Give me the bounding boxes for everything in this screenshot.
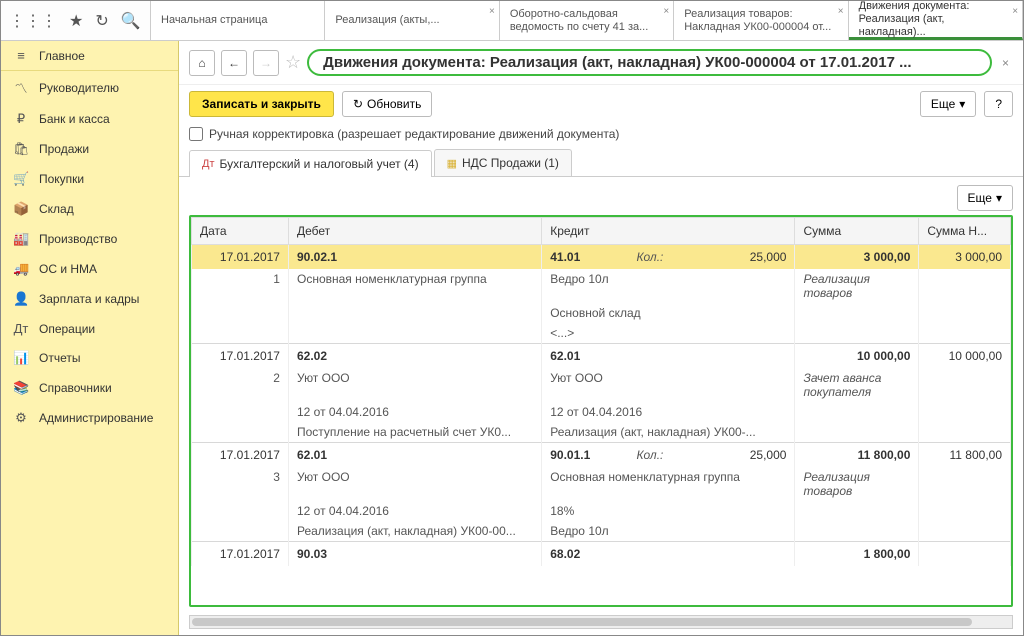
sidebar-label: Зарплата и кадры <box>39 292 139 306</box>
table-body[interactable]: 17.01.201790.02.141.01Кол.:25,0003 000,0… <box>192 245 1011 567</box>
sidebar-icon: 〽 <box>13 78 29 97</box>
table-subrow[interactable]: 2Уют ОООУют ОООЗачет аванса покупателя <box>192 368 1011 402</box>
table-subrow[interactable]: 12 от 04.04.201612 от 04.04.2016 <box>192 402 1011 422</box>
sidebar-item-5[interactable]: 📦 Склад <box>1 194 178 224</box>
close-icon[interactable]: × <box>663 5 669 18</box>
page-title: Движения документа: Реализация (акт, нак… <box>307 49 992 76</box>
table-row[interactable]: 17.01.201790.02.141.01Кол.:25,0003 000,0… <box>192 245 1011 270</box>
sidebar-icon: 🛍 <box>13 141 29 157</box>
sidebar-item-7[interactable]: 🚚 ОС и НМА <box>1 254 178 284</box>
sidebar-icon: ≡ <box>13 48 29 63</box>
forward-button[interactable]: → <box>253 50 279 76</box>
refresh-icon: ↻ <box>353 97 363 111</box>
tab-realization[interactable]: Реализация (акты,...× <box>325 1 499 40</box>
table-row[interactable]: 17.01.201762.0262.0110 000,0010 000,00 <box>192 344 1011 369</box>
sidebar-item-12[interactable]: ⚙ Администрирование <box>1 403 178 433</box>
help-button[interactable]: ? <box>984 91 1013 117</box>
sidebar-label: Администрирование <box>39 411 153 425</box>
table-more-button[interactable]: Еще▾ <box>957 185 1013 211</box>
star-icon[interactable]: ★ <box>69 11 83 31</box>
sidebar-label: Руководителю <box>39 81 119 95</box>
col-date[interactable]: Дата <box>192 218 289 245</box>
subtab-vat-sales[interactable]: ▦НДС Продажи (1) <box>434 149 572 176</box>
sidebar-icon: 🏭 <box>13 231 29 247</box>
table-subrow[interactable]: 12 от 04.04.201618% <box>192 501 1011 521</box>
sidebar-label: Продажи <box>39 142 89 156</box>
table-row[interactable]: 17.01.201762.0190.01.1Кол.:25,00011 800,… <box>192 443 1011 468</box>
chevron-down-icon: ▾ <box>959 97 965 111</box>
sidebar-label: Покупки <box>39 172 84 186</box>
sidebar-item-10[interactable]: 📊 Отчеты <box>1 343 178 373</box>
subtab-accounting[interactable]: ДтБухгалтерский и налоговый учет (4) <box>189 150 432 177</box>
sidebar-label: ОС и НМА <box>39 262 97 276</box>
sidebar-label: Отчеты <box>39 351 80 365</box>
sidebar-icon: 📚 <box>13 380 29 396</box>
apps-icon[interactable]: ⋮⋮⋮ <box>9 11 57 31</box>
sidebar-icon: 🚚 <box>13 261 29 277</box>
sidebar-item-9[interactable]: Дт Операции <box>1 314 178 343</box>
sidebar-label: Главное <box>39 49 85 63</box>
tab-nakladnaya[interactable]: Реализация товаров: Накладная УК00-00000… <box>674 1 848 40</box>
movements-table: Дата Дебет Кредит Сумма Сумма Н... 17.01… <box>189 215 1013 607</box>
sidebar-icon: Дт <box>13 321 29 336</box>
sidebar-icon: 📊 <box>13 350 29 366</box>
sidebar-item-11[interactable]: 📚 Справочники <box>1 373 178 403</box>
horizontal-scrollbar[interactable] <box>189 615 1013 629</box>
refresh-button[interactable]: ↻Обновить <box>342 91 432 117</box>
close-icon[interactable]: × <box>1012 5 1018 18</box>
sidebar-icon: 📦 <box>13 201 29 217</box>
table-subrow[interactable]: 3Уют ООООсновная номенклатурная группаРе… <box>192 467 1011 501</box>
table-subrow[interactable]: Поступление на расчетный счет УК0...Реал… <box>192 422 1011 443</box>
sidebar-item-8[interactable]: 👤 Зарплата и кадры <box>1 284 178 314</box>
sidebar-icon: 🛒 <box>13 171 29 187</box>
sidebar-label: Банк и касса <box>39 112 110 126</box>
sidebar-label: Операции <box>39 322 95 336</box>
search-icon[interactable]: 🔍 <box>121 11 141 31</box>
history-icon[interactable]: ↻ <box>95 11 108 31</box>
chevron-down-icon: ▾ <box>996 191 1002 205</box>
tab-osv[interactable]: Оборотно-сальдовая ведомость по счету 41… <box>500 1 674 40</box>
sidebar-icon: ⚙ <box>13 410 29 426</box>
col-debit[interactable]: Дебет <box>288 218 541 245</box>
close-icon[interactable]: × <box>838 5 844 18</box>
sidebar-icon: ₽ <box>13 111 29 127</box>
manual-correction-label: Ручная корректировка (разрешает редактир… <box>209 127 619 141</box>
sidebar-item-6[interactable]: 🏭 Производство <box>1 224 178 254</box>
manual-correction-checkbox[interactable] <box>189 127 203 141</box>
back-button[interactable]: ← <box>221 50 247 76</box>
sidebar-icon: 👤 <box>13 291 29 307</box>
table-subrow[interactable]: 1Основная номенклатурная группаВедро 10л… <box>192 269 1011 303</box>
favorite-star-icon[interactable]: ☆ <box>285 52 301 73</box>
table-subrow[interactable]: Основной склад <box>192 303 1011 323</box>
col-credit[interactable]: Кредит <box>542 218 795 245</box>
window-tabs: Начальная страница Реализация (акты,...×… <box>151 1 1023 40</box>
tab-home[interactable]: Начальная страница <box>151 1 325 40</box>
table-row[interactable]: 17.01.201790.0368.021 800,00 <box>192 542 1011 567</box>
sidebar-label: Склад <box>39 202 74 216</box>
col-sum[interactable]: Сумма <box>795 218 919 245</box>
sidebar: ≡ Главное 〽 Руководителю ₽ Банк и касса 🛍 Прода… <box>1 41 179 635</box>
home-button[interactable]: ⌂ <box>189 50 215 76</box>
sidebar-item-4[interactable]: 🛒 Покупки <box>1 164 178 194</box>
sidebar-label: Справочники <box>39 381 112 395</box>
sidebar-item-1[interactable]: 〽 Руководителю <box>1 71 178 104</box>
table-subrow[interactable]: Реализация (акт, накладная) УК00-00...Ве… <box>192 521 1011 542</box>
sidebar-label: Производство <box>39 232 117 246</box>
sidebar-item-0[interactable]: ≡ Главное <box>1 41 178 71</box>
sidebar-item-3[interactable]: 🛍 Продажи <box>1 134 178 164</box>
sidebar-item-2[interactable]: ₽ Банк и касса <box>1 104 178 134</box>
close-icon[interactable]: × <box>489 5 495 18</box>
close-page-icon[interactable]: × <box>998 56 1013 70</box>
table-subrow[interactable]: <...> <box>192 323 1011 344</box>
tab-movements[interactable]: Движения документа: Реализация (акт, нак… <box>849 1 1023 40</box>
col-sumn[interactable]: Сумма Н... <box>919 218 1011 245</box>
more-button[interactable]: Еще▾ <box>920 91 976 117</box>
save-close-button[interactable]: Записать и закрыть <box>189 91 334 117</box>
